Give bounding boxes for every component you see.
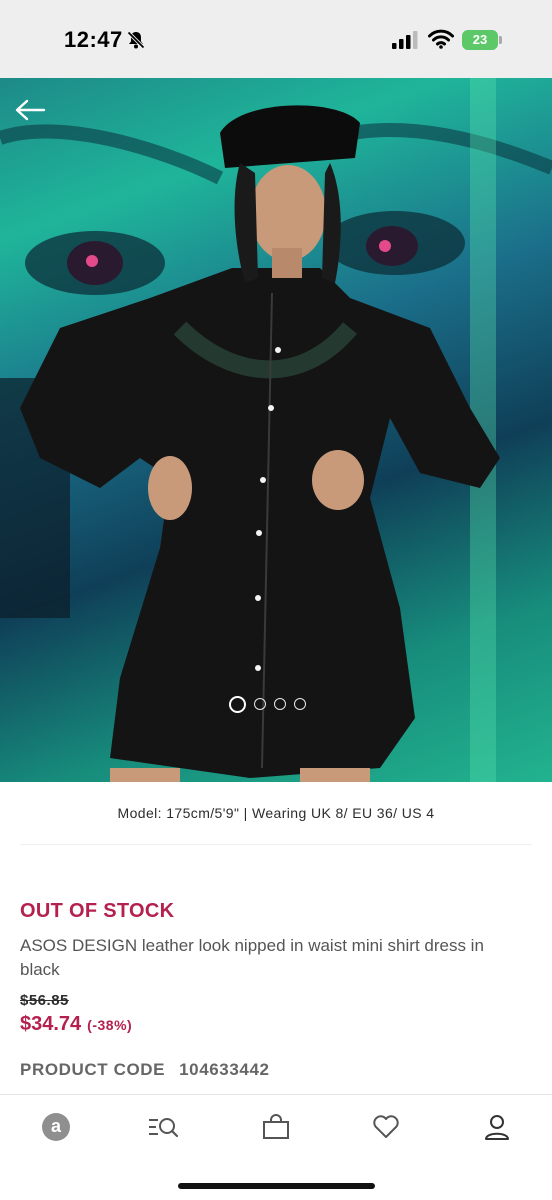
- carousel-dot[interactable]: [254, 698, 266, 710]
- signal-icon: [392, 31, 418, 49]
- search-filter-icon: [149, 1118, 179, 1138]
- back-arrow-icon[interactable]: [14, 98, 46, 122]
- product-title: ASOS DESIGN leather look nipped in waist…: [20, 936, 484, 979]
- model-size-info: Model: 175cm/5'9" | Wearing UK 8/ EU 36/…: [117, 805, 435, 821]
- status-bar: 12:47 23: [0, 0, 552, 78]
- product-image[interactable]: [0, 78, 552, 782]
- sale-price: $34.74: [20, 1013, 82, 1035]
- divider: [20, 844, 532, 845]
- product-photo: [0, 78, 552, 782]
- nav-search[interactable]: [143, 1111, 183, 1143]
- nav-account[interactable]: [477, 1111, 517, 1143]
- nav-home[interactable]: a: [36, 1111, 76, 1143]
- battery-icon: 23: [462, 30, 502, 50]
- carousel-dots: [229, 695, 306, 713]
- bell-slash-icon: [127, 31, 145, 49]
- home-indicator[interactable]: [178, 1183, 375, 1189]
- account-icon: [485, 1115, 509, 1140]
- carousel-dot[interactable]: [294, 698, 306, 710]
- discount-badge: (-38%): [87, 1017, 133, 1033]
- nav-bag[interactable]: [256, 1111, 296, 1143]
- original-price: $56.85: [20, 992, 69, 1009]
- price-row: $34.74 (-38%): [20, 1013, 132, 1036]
- heart-icon: [373, 1115, 399, 1138]
- product-code-value: 104633442: [179, 1060, 270, 1079]
- product-code: PRODUCT CODE 104633442: [20, 1060, 270, 1080]
- shopping-bag-icon: [263, 1114, 289, 1139]
- status-time: 12:47: [64, 27, 123, 52]
- stock-status: OUT OF STOCK: [20, 900, 175, 922]
- battery-level: 23: [462, 30, 498, 50]
- asos-home-icon: a: [42, 1113, 70, 1141]
- nav-saved[interactable]: [366, 1111, 406, 1143]
- product-code-label: PRODUCT CODE: [20, 1060, 166, 1079]
- carousel-dot[interactable]: [229, 695, 246, 713]
- wifi-icon: [428, 29, 454, 49]
- carousel-dot[interactable]: [274, 698, 286, 710]
